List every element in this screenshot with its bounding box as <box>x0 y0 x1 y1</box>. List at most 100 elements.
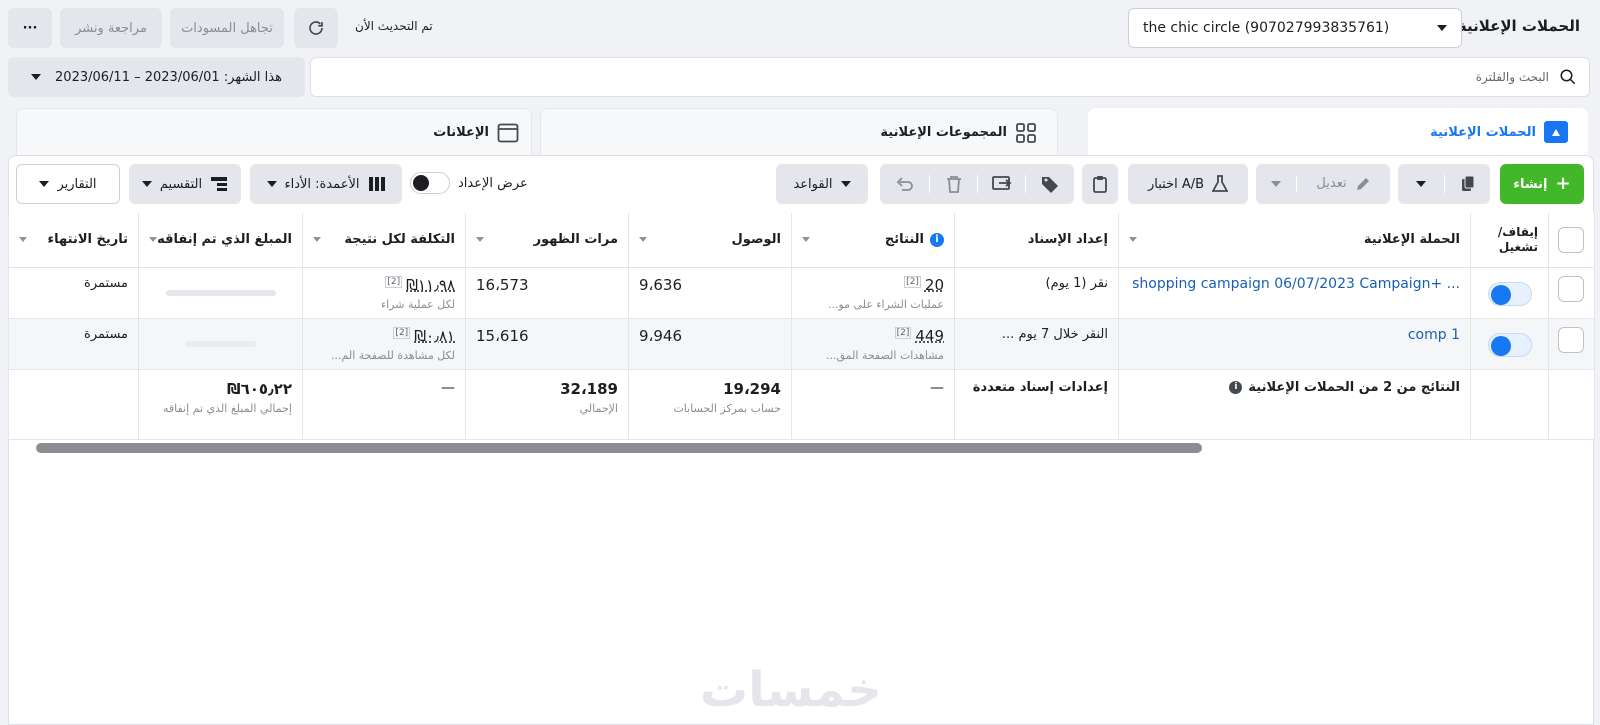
summary-reach: 19،294 حساب بمركز الحسابات <box>628 369 792 440</box>
campaign-toggle[interactable] <box>1487 332 1532 357</box>
ad-window-icon <box>497 123 519 142</box>
watermark-logo: خمسات <box>700 662 882 718</box>
info-icon: i <box>930 232 944 247</box>
chevron-down-icon <box>266 181 277 187</box>
discard-drafts-button[interactable]: تجاهل المسودات <box>170 8 284 48</box>
create-button[interactable]: إنشاء + <box>1500 164 1584 204</box>
amount-spent-cell <box>138 318 303 370</box>
campaign-link[interactable]: comp 1 <box>1408 327 1460 343</box>
summary-campaign: النتائج من 2 من الحملات الإعلانية i <box>1118 369 1471 440</box>
header-cost-per-result[interactable]: التكلفة لكل نتيجة <box>302 213 466 268</box>
duplicate-icon <box>1444 175 1490 193</box>
breakdown-icon <box>211 177 228 191</box>
reports-dropdown[interactable]: التقارير <box>16 164 120 204</box>
action-button-group <box>880 164 1074 204</box>
view-setup-toggle[interactable]: عرض الإعداد <box>410 172 528 194</box>
summary-impressions: 32،189 الإجمالي <box>465 369 629 440</box>
refresh-button[interactable] <box>294 8 338 48</box>
header-impressions[interactable]: مرات الظهور <box>465 213 629 268</box>
date-range-picker[interactable]: هذا الشهر: 2023/06/01 – 2023/06/11 <box>8 57 305 97</box>
select-all-cell <box>1548 213 1595 268</box>
summary-cost: — <box>302 369 466 440</box>
chevron-down-icon <box>1437 25 1447 31</box>
redacted-value <box>165 289 276 296</box>
table-row[interactable]: comp 1 النقر خلال 7 يوم ... 449[2] مشاهد… <box>8 318 1595 370</box>
reach-cell: 9،636 <box>628 267 792 319</box>
header-results[interactable]: i النتائج <box>791 213 955 268</box>
end-date-cell: مستمرة <box>8 318 139 370</box>
table-header-row: إيقاف/ تشغيل الحملة الإعلانية إعداد الإس… <box>8 213 1595 268</box>
summary-spent: ‏٦٠٥٫٢٢‏₪ إجمالي المبلغ الذي تم إنفاقه <box>138 369 303 440</box>
row-checkbox[interactable] <box>1558 275 1584 302</box>
view-setup-label: عرض الإعداد <box>458 175 528 191</box>
columns-dropdown[interactable]: الأعمدة: الأداء <box>250 164 402 204</box>
impressions-cell: 15،616 <box>465 318 629 370</box>
account-name: the chic circle (907027993835761) <box>1143 20 1390 36</box>
create-label: إنشاء <box>1513 176 1548 192</box>
flask-icon <box>1212 175 1229 192</box>
date-range-label: هذا الشهر: 2023/06/01 – 2023/06/11 <box>55 69 282 85</box>
tab-label: المجموعات الإعلانية <box>880 125 1007 140</box>
header-campaign[interactable]: الحملة الإعلانية <box>1118 213 1471 268</box>
refresh-icon <box>309 21 323 35</box>
search-input[interactable] <box>311 70 1549 84</box>
amount-spent-cell <box>138 267 303 319</box>
impressions-cell: 16،573 <box>465 267 629 319</box>
row-checkbox[interactable] <box>1558 326 1584 353</box>
rules-label: القواعد <box>793 176 833 192</box>
clipboard-icon <box>1093 176 1107 193</box>
sort-icon <box>1129 237 1137 243</box>
select-all-checkbox[interactable] <box>1558 226 1584 253</box>
attribution-cell: النقر خلال 7 يوم ... <box>954 318 1119 370</box>
review-publish-button[interactable]: مراجعة ونشر <box>60 8 162 48</box>
header-off-on[interactable]: إيقاف/ تشغيل <box>1470 213 1549 268</box>
export-icon[interactable] <box>977 175 1025 193</box>
plus-icon: + <box>1555 173 1571 194</box>
header-reach[interactable]: الوصول <box>628 213 792 268</box>
reports-label: التقارير <box>57 176 97 192</box>
summary-attribution: إعدادات إسناد متعددة <box>954 369 1119 440</box>
undo-icon[interactable] <box>881 176 929 192</box>
sort-icon <box>476 237 484 243</box>
campaigns-table: إيقاف/ تشغيل الحملة الإعلانية إعداد الإس… <box>8 213 1595 440</box>
ab-test-button[interactable]: اختبار A/B <box>1128 164 1248 204</box>
header-attribution[interactable]: إعداد الإسناد <box>954 213 1119 268</box>
chevron-down-icon <box>31 74 42 80</box>
tab-ad-sets[interactable]: المجموعات الإعلانية <box>540 108 1058 156</box>
table-row[interactable]: shopping campaign 06/07/2023 Campaign+ .… <box>8 267 1595 319</box>
more-options-button[interactable]: ··· <box>8 8 52 48</box>
tab-label: الإعلانات <box>433 125 489 140</box>
edit-label: تعديل <box>1316 176 1347 191</box>
breakdown-label: التقسيم <box>159 176 203 192</box>
results-cell: 20[2] عمليات الشراء على مو... <box>791 267 955 319</box>
redacted-value <box>185 340 256 347</box>
tab-campaigns[interactable]: الحملات الإعلانية <box>1088 108 1588 156</box>
search-icon <box>1560 69 1576 85</box>
info-icon: i <box>1229 380 1243 394</box>
cost-cell: ‏١١٫٩٨‏₪[2] لكل عملية شراء <box>302 267 466 319</box>
rules-dropdown[interactable]: القواعد <box>776 164 868 204</box>
horizontal-scrollbar[interactable] <box>36 443 1202 453</box>
toggle-switch[interactable] <box>410 172 450 194</box>
chevron-down-icon <box>141 181 152 187</box>
header-end-date[interactable]: تاريخ الانتهاء <box>8 213 139 268</box>
sort-icon <box>802 237 810 243</box>
tab-ads[interactable]: الإعلانات <box>16 108 532 156</box>
last-updated-label: تم التحديث الأن <box>355 19 433 33</box>
results-cell: 449[2] مشاهدات الصفحة المق... <box>791 318 955 370</box>
campaign-link[interactable]: shopping campaign 06/07/2023 Campaign+ .… <box>1132 276 1460 292</box>
edit-button[interactable]: تعديل <box>1256 164 1390 204</box>
chevron-down-icon <box>840 181 851 187</box>
campaign-toggle[interactable] <box>1487 281 1532 306</box>
end-date-cell: مستمرة <box>8 267 139 319</box>
delete-icon[interactable] <box>929 175 977 193</box>
summary-results: — <box>791 369 955 440</box>
account-selector[interactable]: the chic circle (907027993835761) <box>1128 8 1462 48</box>
breakdown-dropdown[interactable]: التقسيم <box>129 164 241 204</box>
tag-icon[interactable] <box>1025 175 1073 193</box>
search-bar[interactable] <box>310 57 1590 97</box>
clipboard-button[interactable] <box>1082 164 1118 204</box>
chevron-down-icon <box>39 181 50 187</box>
duplicate-button[interactable] <box>1398 164 1490 204</box>
header-amount-spent[interactable]: المبلغ الذي تم إنفاقه <box>138 213 303 268</box>
